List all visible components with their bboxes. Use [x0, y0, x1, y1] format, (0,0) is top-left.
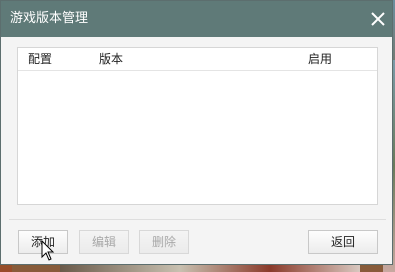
column-header-enabled[interactable]: 启用	[308, 52, 332, 66]
dialog-title: 游戏版本管理	[10, 11, 89, 26]
back-button[interactable]: 返回	[308, 230, 378, 254]
column-header-version[interactable]: 版本	[99, 52, 123, 66]
divider	[9, 219, 386, 220]
list-header: 配置 版本 启用	[18, 48, 377, 71]
delete-button[interactable]: 删除	[139, 230, 189, 254]
version-manager-dialog: 游戏版本管理 配置 版本 启用 添加 编辑 删除 返回	[0, 0, 393, 265]
version-list[interactable]: 配置 版本 启用	[17, 47, 378, 205]
background-image-strip-bottom	[60, 264, 360, 272]
title-bar[interactable]: 游戏版本管理	[1, 1, 392, 37]
close-icon[interactable]	[370, 11, 386, 27]
mouse-cursor-icon	[41, 239, 55, 262]
edit-button[interactable]: 编辑	[79, 230, 129, 254]
column-header-config[interactable]: 配置	[28, 52, 52, 66]
